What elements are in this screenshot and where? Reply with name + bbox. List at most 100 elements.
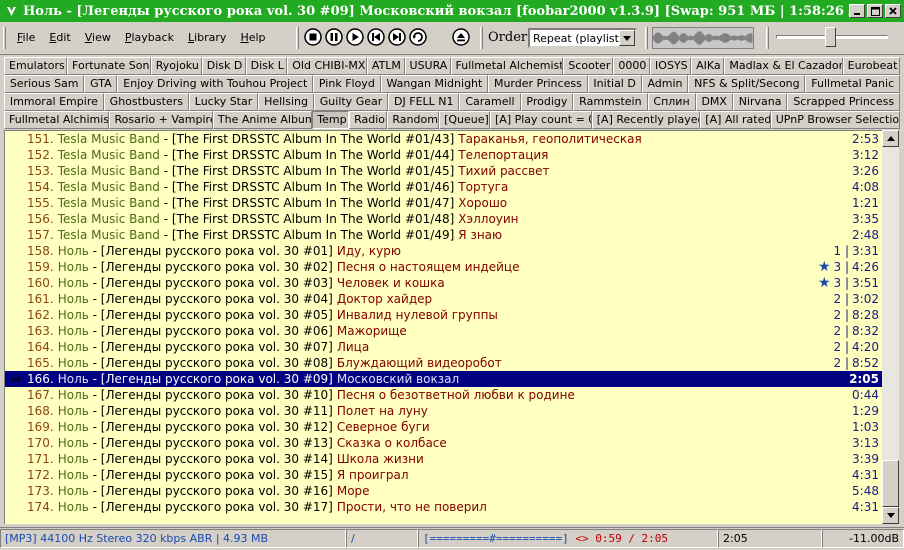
- playlist-row[interactable]: 169. Ноль - [Легенды русского рока vol. 3…: [5, 419, 882, 435]
- tab-fullmetal-alchemist[interactable]: Fullmetal Alchemist: [450, 57, 564, 75]
- playlist-row[interactable]: 153. Tesla Music Band - [The First DRSSTC…: [5, 163, 882, 179]
- playlist-row[interactable]: 171. Ноль - [Легенды русского рока vol. 3…: [5, 451, 882, 467]
- playlist-row[interactable]: 163. Ноль - [Легенды русского рока vol. 3…: [5, 323, 882, 339]
- tab-rosario-vampire[interactable]: Rosario + Vampire: [109, 111, 213, 129]
- tab-iosys[interactable]: IOSYS: [650, 57, 692, 75]
- volume-grip[interactable]: [766, 27, 769, 49]
- tab-fullmetal-panic[interactable]: Fullmetal Panic: [805, 75, 900, 93]
- playlist-row[interactable]: 156. Tesla Music Band - [The First DRSSTC…: [5, 211, 882, 227]
- menubar-grip[interactable]: [3, 27, 6, 49]
- tab-random[interactable]: Random: [387, 111, 440, 129]
- tab-disk-d[interactable]: Disk D: [201, 57, 246, 75]
- menu-file[interactable]: File: [10, 30, 42, 45]
- playlist-row-now-playing[interactable]: ⇒ 166. Ноль - [Легенды русского рока vol. …: [5, 371, 882, 387]
- tab-aika[interactable]: AIKa: [691, 57, 725, 75]
- playlist-row[interactable]: 174. Ноль - [Легенды русского рока vol. 3…: [5, 499, 882, 515]
- tab-immoral-empire[interactable]: Immoral Empire: [4, 93, 104, 111]
- tab-0000[interactable]: 0000: [613, 57, 651, 75]
- maximize-button[interactable]: [867, 4, 883, 18]
- playlist-row[interactable]: 164. Ноль - [Легенды русского рока vol. 3…: [5, 339, 882, 355]
- tab-dmx[interactable]: DMX: [695, 93, 733, 111]
- tab-serious-sam[interactable]: Serious Sam: [4, 75, 85, 93]
- playlist-row[interactable]: 154. Tesla Music Band - [The First DRSSTC…: [5, 179, 882, 195]
- pause-button[interactable]: [325, 28, 343, 46]
- tab-сплин[interactable]: Сплин: [647, 93, 696, 111]
- tab-gta[interactable]: GTA: [84, 75, 118, 93]
- order-grip[interactable]: [480, 27, 483, 49]
- tab-emulators[interactable]: Emulators: [4, 57, 68, 75]
- tab-prodigy[interactable]: Prodigy: [520, 93, 574, 111]
- tab-hellsing[interactable]: Hellsing: [258, 93, 314, 111]
- tab-upnp-browser-selection[interactable]: UPnP Browser Selection: [770, 111, 900, 129]
- playlist-row[interactable]: 159. Ноль - [Легенды русского рока vol. 3…: [5, 259, 882, 275]
- tab-madlax-el-cazador[interactable]: Madlax & El Cazador: [724, 57, 843, 75]
- dropdown-arrow-icon[interactable]: [619, 30, 635, 46]
- scroll-up-button[interactable]: [882, 130, 899, 147]
- tab-nfs-split-secong[interactable]: NFS & Split/Secong: [688, 75, 806, 93]
- menu-edit[interactable]: Edit: [42, 30, 77, 45]
- menu-view[interactable]: View: [78, 30, 118, 45]
- tab--queue-[interactable]: [Queue]: [439, 111, 490, 129]
- minimize-button[interactable]: [849, 4, 865, 18]
- tab-atlm[interactable]: ATLM: [366, 57, 405, 75]
- menu-library[interactable]: Library: [181, 30, 233, 45]
- playlist-row[interactable]: 168. Ноль - [Легенды русского рока vol. 3…: [5, 403, 882, 419]
- transport-grip[interactable]: [296, 27, 299, 49]
- playlist-scrollbar[interactable]: [882, 130, 899, 524]
- play-button[interactable]: [346, 28, 364, 46]
- seek-bar-text[interactable]: [=========#==========]: [423, 532, 569, 545]
- tab-scrapped-princess[interactable]: Scrapped Princess: [787, 93, 900, 111]
- tab-usura[interactable]: USURA: [404, 57, 451, 75]
- scrollbar-thumb[interactable]: [882, 460, 899, 507]
- previous-button[interactable]: [367, 28, 385, 46]
- playlist-row[interactable]: 170. Ноль - [Легенды русского рока vol. 3…: [5, 435, 882, 451]
- playlist-row[interactable]: 157. Tesla Music Band - [The First DRSSTC…: [5, 227, 882, 243]
- tab-lucky-star[interactable]: Lucky Star: [188, 93, 259, 111]
- playlist-row[interactable]: 165. Ноль - [Легенды русского рока vol. 3…: [5, 355, 882, 371]
- tab-scooter[interactable]: Scooter: [563, 57, 614, 75]
- menu-help[interactable]: Help: [233, 30, 272, 45]
- tab-fullmetal-alchimist[interactable]: Fullmetal Alchimist: [4, 111, 110, 129]
- playlist-row[interactable]: 152. Tesla Music Band - [The First DRSSTC…: [5, 147, 882, 163]
- tab-guilty-gear[interactable]: Guilty Gear: [313, 93, 389, 111]
- tab-pink-floyd[interactable]: Pink Floyd: [313, 75, 381, 93]
- random-button[interactable]: [409, 28, 427, 46]
- tab-ryojoku[interactable]: Ryojoku: [150, 57, 202, 75]
- menu-playback[interactable]: Playback: [118, 30, 181, 45]
- tab-nirvana[interactable]: Nirvana: [732, 93, 788, 111]
- playlist-row[interactable]: 160. Ноль - [Легенды русского рока vol. 3…: [5, 275, 882, 291]
- tab-the-anime-album[interactable]: The Anime Album: [212, 111, 313, 129]
- scroll-down-button[interactable]: [882, 507, 899, 524]
- playlist-row[interactable]: 155. Tesla Music Band - [The First DRSSTC…: [5, 195, 882, 211]
- stop-button[interactable]: [304, 28, 322, 46]
- tab-fortunate-son[interactable]: Fortunate Son: [67, 57, 151, 75]
- playlist-row[interactable]: 173. Ноль - [Легенды русского рока vol. 3…: [5, 483, 882, 499]
- tab-eurobeat[interactable]: Eurobeat: [842, 57, 900, 75]
- tab-enjoy-driving-with-touhou-project[interactable]: Enjoy Driving with Touhou Project: [117, 75, 314, 93]
- status-seek[interactable]: [=========#==========] <> 0:59 / 2:05: [418, 529, 718, 548]
- tab-ghostbusters[interactable]: Ghostbusters: [103, 93, 189, 111]
- next-button[interactable]: [388, 28, 406, 46]
- playback-order-dropdown[interactable]: Repeat (playlist): [528, 28, 637, 48]
- playlist-row[interactable]: 161. Ноль - [Легенды русского рока vol. 3…: [5, 291, 882, 307]
- tab-radio[interactable]: Radio: [349, 111, 388, 129]
- title-bar[interactable]: Ноль - [Легенды русского рока vol. 30 #0…: [0, 0, 904, 22]
- playlist-row[interactable]: 151. Tesla Music Band - [The First DRSSTC…: [5, 131, 882, 147]
- tab-old-chibi-mx[interactable]: Old CHIBI-MX: [287, 57, 367, 75]
- tab-admin[interactable]: Admin: [641, 75, 689, 93]
- eject-button[interactable]: [452, 28, 470, 46]
- playlist-row[interactable]: 167. Ноль - [Легенды русского рока vol. 3…: [5, 387, 882, 403]
- volume-slider-handle[interactable]: [825, 27, 836, 47]
- tab--a-recently-played[interactable]: [A] Recently played: [591, 111, 701, 129]
- tab-rammstein[interactable]: Rammstein: [573, 93, 648, 111]
- close-button[interactable]: [885, 4, 901, 18]
- tab-dj-fell-n1[interactable]: DJ FELL N1: [388, 93, 460, 111]
- playlist-row[interactable]: 158. Ноль - [Легенды русского рока vol. 3…: [5, 243, 882, 259]
- foobar-app-icon[interactable]: [4, 4, 18, 18]
- tab-murder-princess[interactable]: Murder Princess: [488, 75, 588, 93]
- volume-slider[interactable]: [776, 27, 888, 47]
- tab--a-play-count-0[interactable]: [A] Play count = 0: [490, 111, 592, 129]
- playlist-row[interactable]: 172. Ноль - [Легенды русского рока vol. 3…: [5, 467, 882, 483]
- playlist-view[interactable]: 151. Tesla Music Band - [The First DRSSTC…: [4, 130, 882, 524]
- tab-caramell[interactable]: Caramell: [459, 93, 521, 111]
